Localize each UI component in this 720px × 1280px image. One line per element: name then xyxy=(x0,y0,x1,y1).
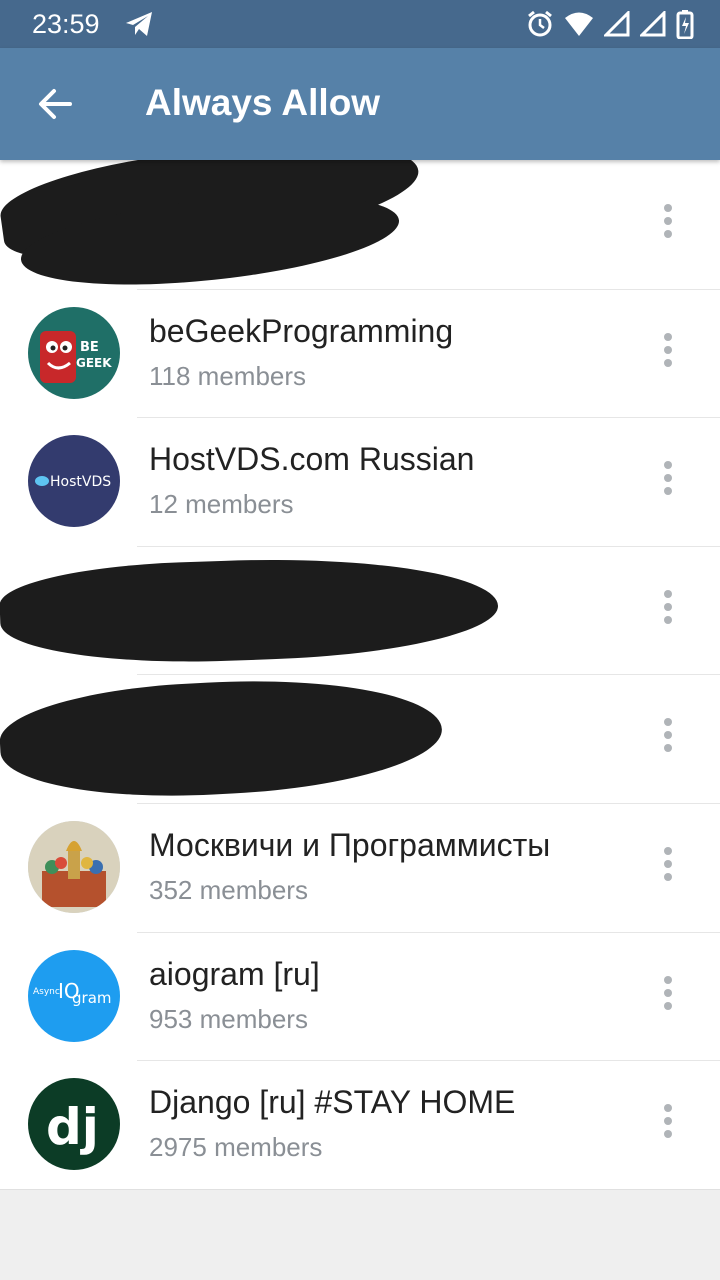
more-options-button[interactable] xyxy=(656,1104,680,1144)
hostvds-logo-icon: HostVDS xyxy=(35,474,111,490)
svg-text:Async: Async xyxy=(33,987,60,997)
svg-text:gram: gram xyxy=(72,989,112,1007)
aiogram-logo-icon: Async IO gram xyxy=(33,979,112,1007)
status-time: 23:59 xyxy=(32,9,100,39)
more-options-button[interactable] xyxy=(656,975,680,1016)
list-item[interactable]: HostVDS HostVDS.com Russian 12 members xyxy=(0,417,720,546)
svg-text:dj: dj xyxy=(46,1098,99,1156)
app-bar: Always Allow xyxy=(0,48,720,160)
chat-name: Москвичи и Программисты xyxy=(149,826,551,863)
telegram-icon xyxy=(124,10,154,43)
chat-members: 118 members xyxy=(149,360,307,391)
list-item[interactable]: Москвичи и Программисты 352 members xyxy=(0,802,720,932)
avatar: BE GEEK xyxy=(28,306,120,399)
chat-name: aiogram [ru] xyxy=(149,955,320,992)
list-item[interactable]: BE GEEK beGeekProgramming 118 members xyxy=(0,288,720,418)
avatar: HostVDS xyxy=(28,435,120,528)
back-button[interactable] xyxy=(34,86,78,122)
dot-icon xyxy=(664,487,672,496)
more-options-button[interactable] xyxy=(656,846,680,887)
chat-members: 12 members xyxy=(149,489,294,520)
dot-icon xyxy=(664,988,672,997)
page-title: Always Allow xyxy=(145,82,381,123)
dot-icon xyxy=(664,872,672,881)
dot-icon xyxy=(664,461,672,470)
list-item[interactable]: dj Django [ru] #STAY HOME 2975 members xyxy=(0,1060,720,1189)
svg-text:GEEK: GEEK xyxy=(76,356,112,370)
dot-icon xyxy=(664,1130,672,1139)
chat-members: 953 members xyxy=(149,1003,308,1034)
dot-icon xyxy=(664,615,672,624)
chat-name: Django [ru] #STAY HOME xyxy=(149,1084,516,1121)
status-bar: 23:59 xyxy=(0,0,720,48)
chat-members: 2975 members xyxy=(149,1132,323,1163)
dot-icon xyxy=(664,589,672,598)
status-icons xyxy=(526,9,694,44)
chat-members: 352 members xyxy=(149,874,308,905)
dot-icon xyxy=(664,718,672,727)
cathedral-image-icon xyxy=(28,820,120,913)
chat-name: beGeekProgramming xyxy=(149,312,454,349)
alarm-icon xyxy=(526,10,554,43)
avatar xyxy=(28,820,120,913)
dot-icon xyxy=(664,204,672,212)
chat-list: BE GEEK beGeekProgramming 118 members Ho… xyxy=(0,160,720,1190)
django-logo-icon: dj xyxy=(46,1098,99,1156)
dot-icon xyxy=(664,230,672,238)
dot-icon xyxy=(664,744,672,753)
signal-icon-2 xyxy=(638,9,666,42)
svg-text:BE: BE xyxy=(80,340,99,355)
dot-icon xyxy=(664,474,672,483)
dot-icon xyxy=(664,345,672,354)
chat-name: HostVDS.com Russian xyxy=(149,441,475,478)
dot-icon xyxy=(664,1001,672,1010)
dot-icon xyxy=(664,332,672,341)
dot-icon xyxy=(664,217,672,225)
dot-icon xyxy=(664,602,672,611)
svg-text:HostVDS: HostVDS xyxy=(50,474,111,490)
more-options-button[interactable] xyxy=(656,332,680,373)
signal-icon xyxy=(602,9,630,42)
more-options-button[interactable] xyxy=(656,718,680,758)
dot-icon xyxy=(664,846,672,855)
dot-icon xyxy=(664,975,672,984)
dot-icon xyxy=(664,1104,672,1113)
dot-icon xyxy=(664,358,672,367)
more-options-button[interactable] xyxy=(656,589,680,630)
more-options-button[interactable] xyxy=(656,204,680,244)
dot-icon xyxy=(664,731,672,740)
more-options-button[interactable] xyxy=(656,461,680,501)
avatar: dj xyxy=(28,1078,120,1171)
arrow-left-icon xyxy=(39,89,72,119)
battery-icon xyxy=(676,9,694,44)
list-item[interactable]: Async IO gram aiogram [ru] 953 members xyxy=(0,931,720,1061)
wifi-icon xyxy=(564,11,594,42)
dot-icon xyxy=(664,859,672,868)
begeek-logo-icon: BE GEEK xyxy=(40,330,112,383)
avatar: Async IO gram xyxy=(28,949,120,1042)
dot-icon xyxy=(664,1117,672,1126)
